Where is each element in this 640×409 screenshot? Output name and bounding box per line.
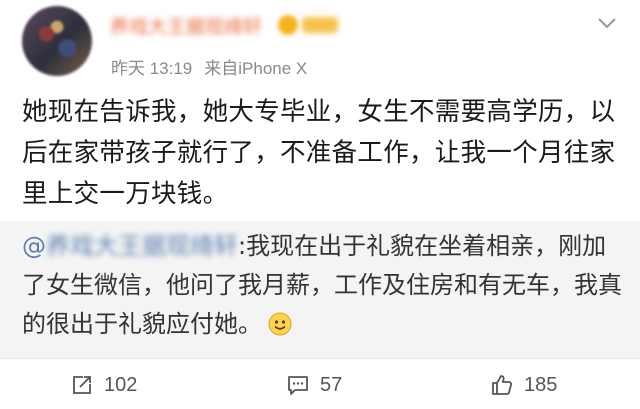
chevron-down-icon[interactable] <box>596 12 618 34</box>
member-badge-icon <box>278 15 298 35</box>
comment-count: 57 <box>320 373 343 396</box>
post-timestamp: 昨天 13:19 <box>111 59 193 78</box>
post-text: 她现在告诉我，她大专毕业，女生不需要高学历，以后在家带孩子就行了，不准备工作，让… <box>22 97 616 209</box>
repost-text-block: @养戏大王据现绮轩:我现在出于礼貌在坐着相亲，刚加了女生微信，他问了我月薪，工作… <box>22 227 622 344</box>
username[interactable]: 养戏大王据现绮轩 <box>110 14 262 40</box>
mention-username[interactable]: 养戏大王据现绮轩 <box>46 227 238 266</box>
comment-icon <box>288 376 308 395</box>
smiley-emoji-icon <box>268 312 292 336</box>
mention-at[interactable]: @ <box>22 232 46 260</box>
user-avatar[interactable] <box>22 6 92 76</box>
verified-badge-icon <box>302 17 338 33</box>
repost-icon <box>73 376 91 394</box>
thumbs-up-icon <box>492 375 512 395</box>
post-meta: 昨天 13:19 来自iPhone X <box>111 54 307 79</box>
like-count: 185 <box>524 373 558 396</box>
post-source: 来自iPhone X <box>204 59 308 78</box>
repost-button[interactable]: 102 <box>70 370 137 400</box>
comment-button[interactable]: 57 <box>286 370 342 400</box>
like-button[interactable]: 185 <box>490 370 557 400</box>
repost-count: 102 <box>104 373 138 396</box>
action-divider <box>0 358 640 359</box>
